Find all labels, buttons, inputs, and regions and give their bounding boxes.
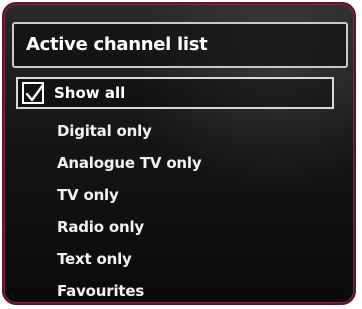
show-all-option[interactable]: Show all	[16, 77, 334, 109]
option-radio-only[interactable]: Radio only	[57, 218, 144, 236]
show-all-checkbox[interactable]	[22, 82, 45, 104]
panel-title-bar: Active channel list	[12, 22, 348, 68]
option-tv-only[interactable]: TV only	[57, 186, 119, 204]
option-digital-only[interactable]: Digital only	[57, 122, 152, 140]
active-channel-list-panel: Active channel list Show all Digital onl…	[2, 2, 356, 305]
panel-title: Active channel list	[26, 34, 208, 55]
option-favourites[interactable]: Favourites	[57, 282, 144, 300]
checkmark-icon	[25, 83, 45, 102]
option-analogue-tv-only[interactable]: Analogue TV only	[57, 154, 202, 172]
show-all-label: Show all	[54, 84, 126, 102]
option-text-only[interactable]: Text only	[57, 250, 132, 268]
